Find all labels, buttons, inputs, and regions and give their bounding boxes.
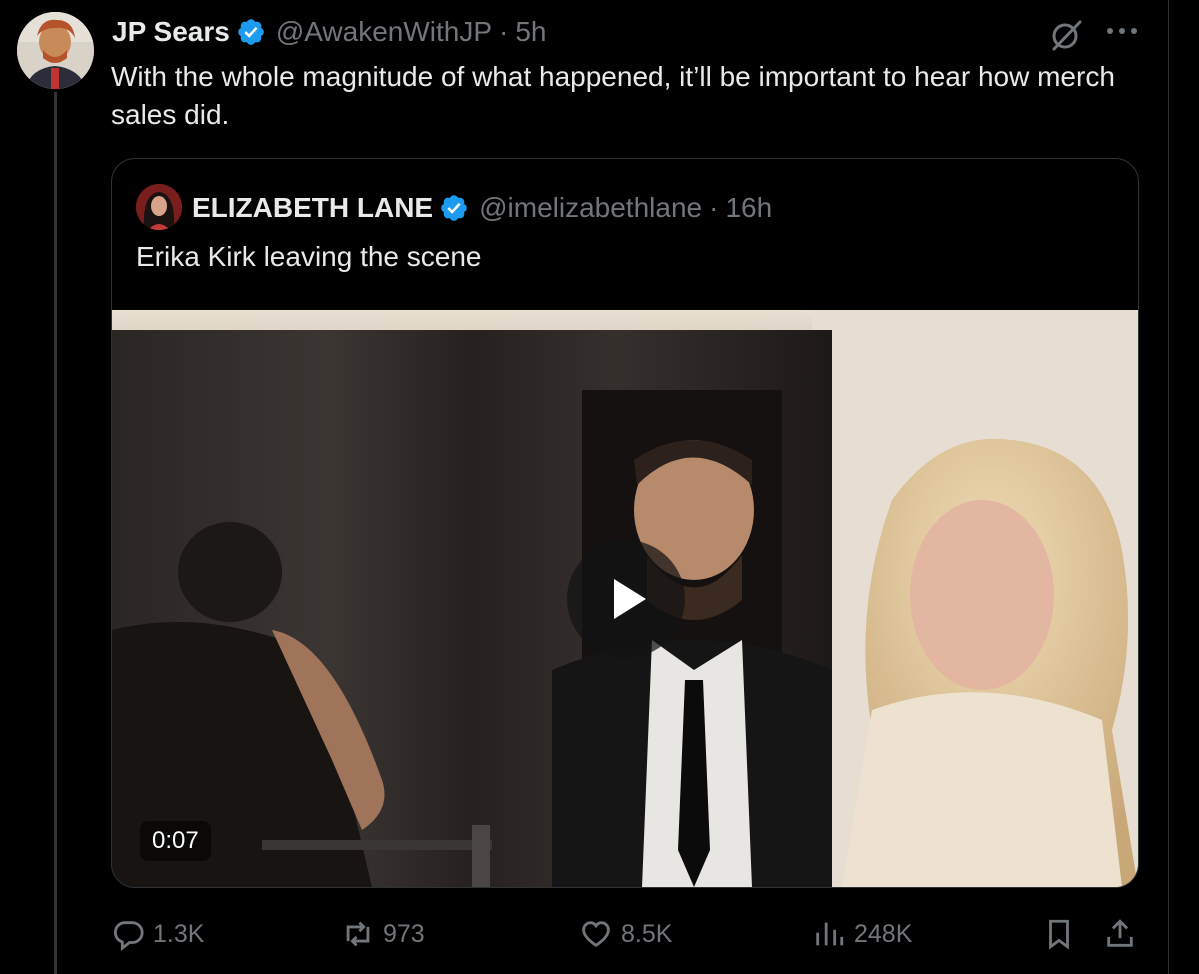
- heart-icon: [582, 921, 610, 947]
- play-icon: [614, 579, 646, 619]
- tweet-header: JP Sears @AwakenWithJP · 5h: [112, 14, 547, 50]
- like-button[interactable]: 8.5K: [579, 914, 672, 954]
- quoted-tweet[interactable]: ELIZABETH LANE @imelizabethlane · 16h Er…: [111, 158, 1139, 888]
- views-chart-icon: [816, 922, 844, 946]
- repost-count: 973: [383, 919, 425, 948]
- share-icon: [1107, 919, 1133, 947]
- quoted-tweet-header: ELIZABETH LANE @imelizabethlane · 16h: [192, 188, 772, 228]
- repost-icon: [346, 921, 370, 947]
- repost-button[interactable]: 973: [341, 914, 425, 954]
- quoted-author-handle: @imelizabethlane: [479, 192, 703, 223]
- quoted-tweet-time: 16h: [725, 192, 773, 223]
- avatar-image: [17, 12, 94, 89]
- video-player[interactable]: 0:07: [112, 310, 1138, 887]
- reply-button[interactable]: 1.3K: [111, 914, 204, 954]
- author-avatar[interactable]: [17, 12, 94, 89]
- verified-badge-icon: [441, 195, 467, 221]
- verified-badge-icon: [238, 19, 264, 45]
- tweet-time[interactable]: 5h: [515, 16, 546, 48]
- author-handle[interactable]: @AwakenWithJP: [276, 16, 492, 48]
- quoted-author-name[interactable]: ELIZABETH LANE: [192, 192, 433, 224]
- play-button[interactable]: [567, 540, 685, 658]
- quoted-author-avatar[interactable]: [136, 184, 182, 230]
- share-button[interactable]: [1103, 914, 1145, 954]
- view-count: 248K: [854, 919, 913, 948]
- bookmark-icon: [1049, 919, 1069, 950]
- separator-dot: ·: [499, 16, 509, 47]
- like-count: 8.5K: [621, 919, 673, 948]
- author-name[interactable]: JP Sears: [112, 16, 230, 48]
- separator-dot: ·: [709, 192, 719, 223]
- action-bar: 1.3K 973 8.5K 248K: [111, 914, 1141, 954]
- reply-icon: [113, 921, 144, 951]
- bookmark-button[interactable]: [1042, 914, 1084, 954]
- grok-icon[interactable]: [1049, 18, 1083, 52]
- video-duration: 0:07: [140, 821, 211, 861]
- timeline-border: [1168, 0, 1169, 974]
- quoted-tweet-text: Erika Kirk leaving the scene: [136, 241, 482, 272]
- thread-line: [54, 92, 57, 974]
- quoted-avatar-image: [136, 184, 182, 230]
- tweet-text: With the whole magnitude of what happene…: [111, 61, 1115, 130]
- reply-count: 1.3K: [153, 919, 205, 948]
- views-button[interactable]: 248K: [812, 914, 912, 954]
- more-dots-icon[interactable]: [1104, 20, 1140, 42]
